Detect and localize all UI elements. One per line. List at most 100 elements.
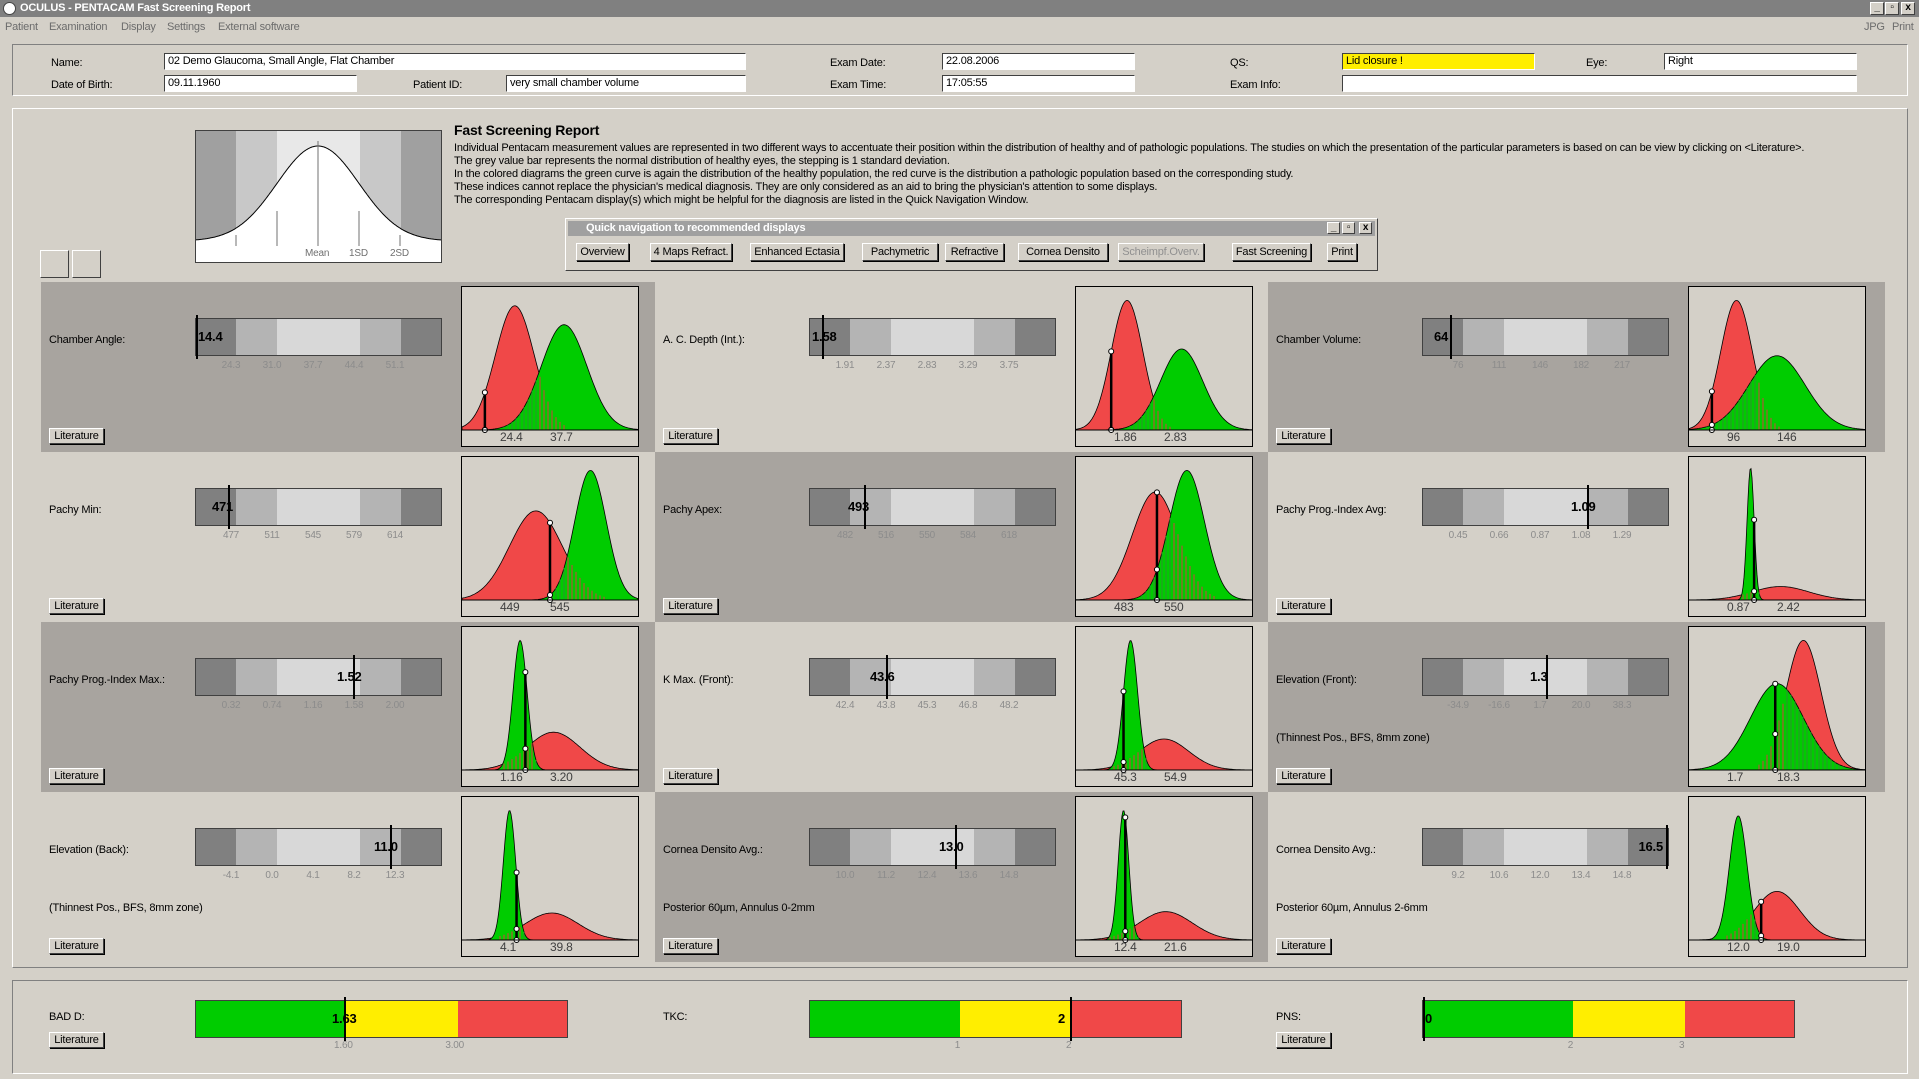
menu-external-software[interactable]: External software [218, 21, 300, 33]
distribution-diagram: 1.16 3.20 [461, 626, 639, 787]
quick-navigation-window: Quick navigation to recommended displays… [565, 218, 1378, 271]
qnav-minimize-button[interactable]: _ [1327, 222, 1340, 234]
menu-print[interactable]: Print [1892, 21, 1914, 33]
bar-segment [360, 319, 401, 355]
quicknav-button[interactable]: Refractive [945, 243, 1004, 261]
value-label: 1.09 [1571, 499, 1596, 514]
menu-jpg[interactable]: JPG [1864, 21, 1885, 33]
literature-button[interactable]: Literature [49, 598, 104, 614]
literature-button[interactable]: Literature [1276, 768, 1331, 784]
value-label: 13.0 [939, 839, 964, 854]
bar-segment [1463, 659, 1504, 695]
distribution-curve [1689, 891, 1865, 941]
curve-intersection-marker [1122, 814, 1129, 821]
quicknav-button[interactable]: Overview [576, 243, 629, 261]
distribution-diagram: 12.0 19.0 [1688, 796, 1866, 957]
distribution-diagram: 449 545 [461, 456, 639, 617]
parameter-name: Cornea Densito Avg.: [663, 844, 763, 856]
value-bar: 16.5 [1422, 825, 1669, 869]
value-label: 11.0 [374, 839, 398, 854]
dob-field[interactable]: 09.11.1960 [164, 75, 357, 92]
parameter-cell: A. C. Depth (Int.): Literature 1.58 1.91 2.3… [655, 282, 1269, 452]
minimize-button[interactable]: _ [1870, 2, 1884, 15]
distribution-diagram: 4.1 39.8 [461, 796, 639, 957]
quicknav-button[interactable]: Fast Screening [1232, 243, 1311, 261]
curve-intersection-marker [1751, 588, 1758, 595]
bar-segment [1628, 319, 1668, 355]
parameter-subtitle: (Thinnest Pos., BFS, 8mm zone) [1276, 732, 1430, 744]
curve-intersection-marker [522, 669, 529, 676]
score-value: 2 [1058, 1011, 1066, 1026]
distribution-curve [462, 731, 638, 771]
parameter-cell: Pachy Prog.-Index Max.: Literature 1.52 0.3… [41, 622, 655, 792]
menu-patient[interactable]: Patient [5, 21, 38, 33]
bar-tick-label: 10.6 [1489, 870, 1509, 881]
literature-button[interactable]: Literature [1276, 428, 1331, 444]
quicknav-button[interactable]: Pachymetric [862, 243, 938, 261]
legend-bell-curve: Mean 1SD 2SD [195, 130, 442, 263]
literature-button[interactable]: Literature [663, 768, 718, 784]
literature-button[interactable]: Literature [1276, 1032, 1331, 1048]
name-field[interactable]: 02 Demo Glaucoma, Small Angle, Flat Cham… [164, 53, 746, 70]
qs-field[interactable]: Lid closure ! [1342, 53, 1535, 70]
distribution-label: 1.16 [500, 770, 523, 784]
exam-date-field[interactable]: 22.08.2006 [942, 53, 1135, 70]
literature-button[interactable]: Literature [663, 938, 718, 954]
bar-tick-label: 182 [1572, 360, 1590, 371]
curve-intersection-marker [522, 745, 529, 752]
score-segment [458, 1001, 567, 1037]
value-bar: 14.4 [195, 315, 442, 359]
curve-intersection-marker [481, 389, 488, 396]
score-segment [1423, 1001, 1573, 1037]
bar-segment [891, 659, 974, 695]
literature-button[interactable]: Literature [49, 1032, 104, 1048]
bar-tick-label: 0.87 [1530, 530, 1550, 541]
bar-segment [196, 829, 236, 865]
menu-settings[interactable]: Settings [167, 21, 205, 33]
parameter-subtitle: (Thinnest Pos., BFS, 8mm zone) [49, 902, 203, 914]
score-name: PNS: [1276, 1011, 1301, 1023]
literature-button[interactable]: Literature [49, 428, 104, 444]
eye-field[interactable]: Right [1664, 53, 1857, 70]
parameter-cell: Elevation (Back): (Thinnest Pos., BFS, 8m… [41, 792, 655, 962]
bar-tick-label: 12.4 [917, 870, 937, 881]
qnav-maximize-button[interactable]: ▫ [1342, 222, 1355, 234]
layout-2col-icon[interactable] [40, 250, 69, 278]
menu-examination[interactable]: Examination [49, 21, 108, 33]
quicknav-button[interactable]: Cornea Densito [1018, 243, 1108, 261]
quicknav-button[interactable]: Print [1327, 243, 1357, 261]
description-line: These indices cannot replace the physici… [454, 181, 1158, 193]
description-line: The grey value bar represents the normal… [454, 155, 950, 167]
bar-tick-label: 14.8 [1612, 870, 1632, 881]
score-name: TKC: [663, 1011, 688, 1023]
exam-time-field[interactable]: 17:05:55 [942, 75, 1135, 92]
patient-id-field[interactable]: very small chamber volume [506, 75, 746, 92]
close-button[interactable]: x [1901, 2, 1915, 15]
distribution-label: 37.7 [550, 430, 573, 444]
literature-button[interactable]: Literature [49, 768, 104, 784]
menu-display[interactable]: Display [121, 21, 156, 33]
bar-tick-label: 13.4 [1571, 870, 1591, 881]
bar-tick-label: 43.8 [876, 700, 896, 711]
bar-tick-label: 0.74 [262, 700, 282, 711]
quicknav-button[interactable]: 4 Maps Refract. [650, 243, 732, 261]
patient-header: Name: 02 Demo Glaucoma, Small Angle, Fla… [12, 44, 1908, 96]
value-marker [1450, 315, 1452, 359]
layout-3col-icon[interactable] [72, 250, 101, 278]
bar-tick-label: 1.91 [835, 360, 855, 371]
literature-button[interactable]: Literature [49, 938, 104, 954]
bar-tick-label: 217 [1613, 360, 1631, 371]
literature-button[interactable]: Literature [663, 598, 718, 614]
exam-info-field[interactable] [1342, 75, 1857, 92]
literature-button[interactable]: Literature [1276, 938, 1331, 954]
bar-tick-label: 20.0 [1571, 700, 1591, 711]
distribution-label: 96 [1727, 430, 1740, 444]
qnav-close-button[interactable]: x [1359, 222, 1372, 234]
maximize-button[interactable]: ▫ [1885, 2, 1899, 15]
literature-button[interactable]: Literature [663, 428, 718, 444]
quicknav-button[interactable]: Scheimpf.Overv. [1118, 243, 1204, 261]
bar-segment [1587, 659, 1628, 695]
literature-button[interactable]: Literature [1276, 598, 1331, 614]
quick-navigation-title: Quick navigation to recommended displays [568, 221, 1375, 236]
quicknav-button[interactable]: Enhanced Ectasia [750, 243, 844, 261]
